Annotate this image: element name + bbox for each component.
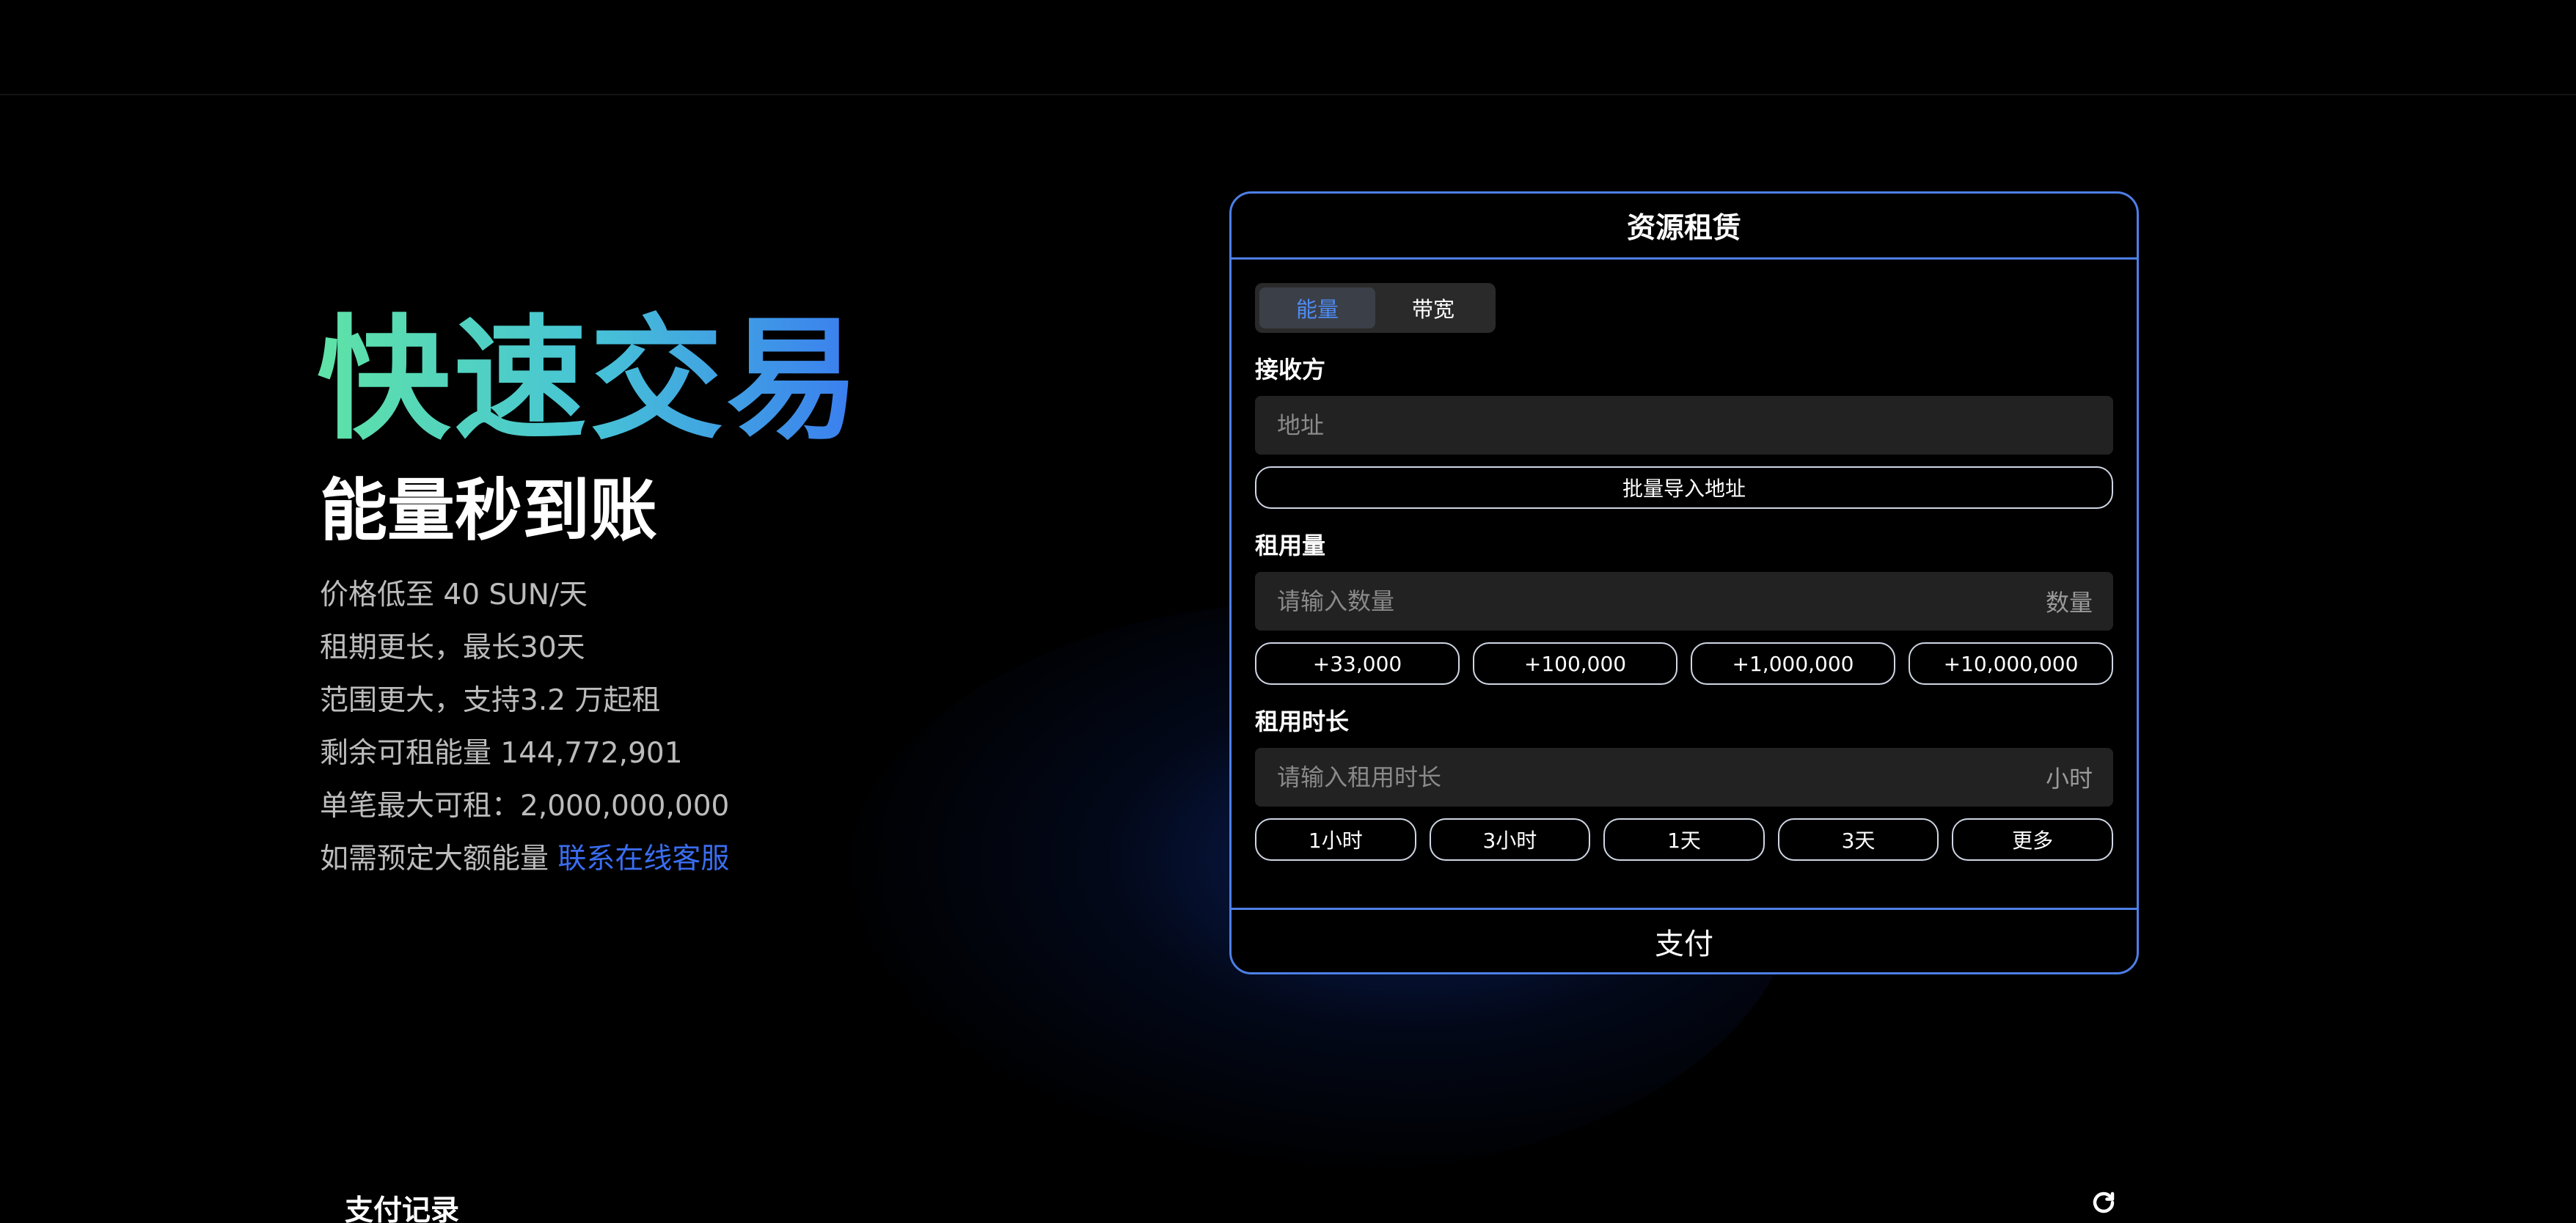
amount-field: 数量: [1255, 572, 2113, 631]
duration-input[interactable]: [1276, 763, 2046, 792]
preset-1000000-button[interactable]: +1,000,000: [1691, 642, 1895, 685]
feature-range: 范围更大，支持3.2 万起租: [320, 684, 661, 717]
receiver-label: 接收方: [1255, 356, 1326, 383]
amount-input[interactable]: [1276, 587, 2046, 616]
duration-3d-button[interactable]: 3天: [1777, 818, 1939, 861]
receiver-field: [1255, 396, 2113, 455]
feature-list: 价格低至 40 SUN/天 租期更长，最长30天 范围更大，支持3.2 万起租 …: [320, 569, 729, 886]
feature-contact: 如需预定大额能量 联系在线客服: [320, 833, 729, 886]
resource-rental-card: 资源租赁 能量 带宽 接收方 批量导入地址 租用量 数量 +33,000 +10…: [1229, 191, 2139, 974]
preset-33000-button[interactable]: +33,000: [1255, 642, 1460, 685]
preset-100000-button[interactable]: +100,000: [1473, 642, 1677, 685]
duration-presets: 1小时 3小时 1天 3天 更多: [1255, 818, 2113, 861]
feature-duration: 租期更长，最长30天: [320, 631, 585, 664]
address-input[interactable]: [1276, 411, 2093, 440]
amount-presets: +33,000 +100,000 +1,000,000 +10,000,000: [1255, 642, 2113, 685]
card-title: 资源租赁: [1232, 194, 2137, 260]
duration-field: 小时: [1255, 748, 2113, 807]
duration-1d-button[interactable]: 1天: [1603, 818, 1765, 861]
duration-1h-button[interactable]: 1小时: [1255, 818, 1416, 861]
tab-bandwidth[interactable]: 带宽: [1375, 287, 1491, 328]
payment-records-title: 支付记录: [345, 1194, 460, 1223]
duration-unit: 小时: [2045, 765, 2093, 793]
card-body: 能量 带宽 接收方 批量导入地址 租用量 数量 +33,000 +100,000…: [1232, 260, 2137, 861]
batch-import-button[interactable]: 批量导入地址: [1255, 466, 2113, 509]
tab-energy[interactable]: 能量: [1259, 287, 1375, 328]
preset-10000000-button[interactable]: +10,000,000: [1909, 642, 2113, 685]
feature-price: 价格低至 40 SUN/天: [320, 579, 588, 612]
duration-more-button[interactable]: 更多: [1952, 818, 2113, 861]
resource-type-toggle: 能量 带宽: [1255, 283, 1496, 333]
feature-remaining: 剩余可租能量 144,772,901: [320, 737, 683, 770]
contact-prefix: 如需预定大额能量: [320, 842, 558, 875]
duration-3h-button[interactable]: 3小时: [1429, 818, 1591, 861]
amount-label: 租用量: [1255, 532, 1326, 559]
hero-title: 快速交易: [317, 302, 863, 458]
page: 快速交易 能量秒到账 价格低至 40 SUN/天 租期更长，最长30天 范围更大…: [0, 0, 2576, 1223]
contact-support-link[interactable]: 联系在线客服: [557, 842, 729, 875]
refresh-icon[interactable]: [2090, 1189, 2117, 1216]
pay-button[interactable]: 支付: [1232, 908, 2137, 972]
top-nav-bar: [0, 0, 2576, 95]
hero-subtitle: 能量秒到账: [320, 471, 658, 550]
amount-unit: 数量: [2045, 589, 2093, 617]
feature-max: 单笔最大可租：2,000,000,000: [320, 790, 730, 823]
duration-label: 租用时长: [1255, 708, 1350, 735]
